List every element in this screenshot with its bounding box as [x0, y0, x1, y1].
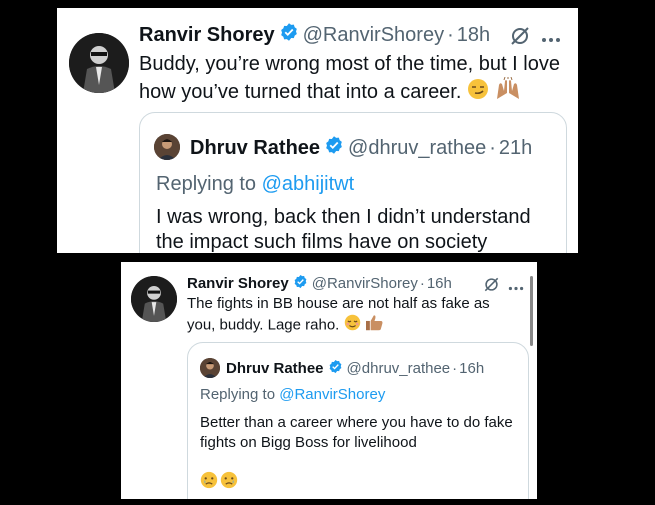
quoted-header: Dhruv Rathee @dhruv_rathee · 16h	[226, 359, 484, 378]
crying-emoji-icon	[200, 471, 218, 494]
quoted-text: Better than a career where you have to d…	[200, 414, 513, 452]
replying-handle-link[interactable]: @RanvirShorey	[279, 386, 385, 403]
author-handle[interactable]: @dhruv_rathee	[347, 360, 451, 377]
tweet-text: The fights in BB house are not half as f…	[187, 295, 522, 337]
author-handle[interactable]: @dhruv_rathee	[348, 137, 486, 160]
author-name[interactable]: Dhruv Rathee	[226, 360, 324, 377]
timestamp[interactable]: 16h	[459, 360, 484, 377]
quoted-text: I was wrong, back then I didn’t understa…	[156, 206, 531, 253]
tweet-text-content: The fights in BB house are not half as f…	[187, 295, 490, 334]
tweet-text: Buddy, you’re wrong most of the time, bu…	[139, 52, 569, 108]
separator-dot: ·	[452, 360, 458, 377]
raised-hands-emoji-icon	[495, 76, 521, 108]
replying-to: Replying to @RanvirShorey	[200, 386, 385, 403]
relieved-emoji-icon	[344, 314, 361, 337]
author-handle[interactable]: @RanvirShorey	[312, 275, 418, 292]
tweet-actions	[509, 25, 561, 52]
replying-label: Replying to	[156, 173, 257, 195]
grok-icon[interactable]	[509, 25, 531, 52]
author-name[interactable]: Dhruv Rathee	[190, 137, 320, 160]
timestamp[interactable]: 21h	[499, 137, 532, 160]
thumbs-up-emoji-icon	[365, 314, 384, 337]
avatar[interactable]	[69, 33, 129, 93]
more-options-icon[interactable]	[508, 278, 524, 296]
crying-emoji-icon	[220, 471, 238, 494]
replying-label: Replying to	[200, 386, 276, 403]
quoted-tweet[interactable]: Dhruv Rathee @dhruv_rathee · 16h Replyin…	[187, 342, 529, 499]
separator-dot: ·	[489, 136, 496, 159]
avatar[interactable]	[200, 358, 220, 378]
quoted-header: Dhruv Rathee @dhruv_rathee · 21h	[190, 135, 532, 161]
quoted-tweet[interactable]: Dhruv Rathee @dhruv_rathee · 21h Replyin…	[139, 112, 567, 253]
avatar[interactable]	[154, 134, 180, 160]
timestamp[interactable]: 16h	[427, 275, 452, 292]
verified-badge-icon	[279, 22, 299, 48]
tweet-card-2[interactable]: Ranvir Shorey @RanvirShorey · 16h The fi…	[121, 262, 537, 499]
verified-badge-icon	[328, 359, 343, 378]
separator-dot: ·	[447, 23, 454, 46]
author-name[interactable]: Ranvir Shorey	[139, 24, 275, 47]
separator-dot: ·	[419, 275, 425, 292]
replying-handle-link[interactable]: @abhijitwt	[262, 173, 355, 195]
tweet-card-1[interactable]: Ranvir Shorey @RanvirShorey · 18h Buddy,…	[57, 8, 578, 253]
quoted-emojis	[200, 471, 238, 494]
smirk-emoji-icon	[467, 78, 489, 107]
tweet-header: Ranvir Shorey @RanvirShorey · 18h	[139, 22, 490, 48]
verified-badge-icon	[324, 135, 344, 161]
avatar[interactable]	[131, 276, 177, 322]
author-handle[interactable]: @RanvirShorey	[303, 24, 444, 47]
scrollbar[interactable]	[530, 276, 533, 346]
tweet-header: Ranvir Shorey @RanvirShorey · 16h	[187, 274, 452, 293]
replying-to: Replying to @abhijitwt	[156, 173, 354, 196]
verified-badge-icon	[293, 274, 308, 293]
more-options-icon[interactable]	[541, 30, 561, 48]
author-name[interactable]: Ranvir Shorey	[187, 275, 289, 292]
timestamp[interactable]: 18h	[457, 24, 490, 47]
